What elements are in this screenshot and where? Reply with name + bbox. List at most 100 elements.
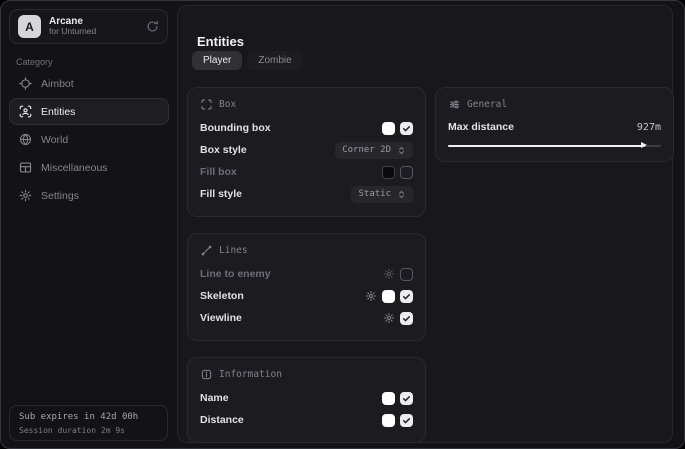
max-distance-slider[interactable] [448, 141, 661, 150]
scan-corners-icon [201, 99, 212, 110]
caret-up-down-icon [397, 190, 406, 199]
check-icon [402, 124, 411, 133]
general-section-header: General [449, 99, 661, 110]
box-section-header: Box [201, 99, 413, 110]
general-card: General Max distance 927m [435, 87, 674, 162]
line-to-enemy-checkbox[interactable] [400, 268, 413, 281]
box-style-row: Box style Corner 2D [200, 139, 413, 161]
information-card: Information Name Distance [187, 357, 426, 443]
bounding-box-label: Bounding box [200, 122, 271, 134]
box-style-label: Box style [200, 144, 247, 156]
sync-icon[interactable] [146, 20, 159, 33]
sidebar-item-label: World [41, 134, 68, 146]
app-header-card: A Arcane for Unturned [9, 9, 168, 44]
line-to-enemy-label: Line to enemy [200, 268, 271, 280]
skeleton-row: Skeleton [200, 285, 413, 307]
sidebar-item-label: Miscellaneous [41, 162, 108, 174]
bounding-box-color-swatch[interactable] [382, 122, 395, 135]
distance-checkbox[interactable] [400, 414, 413, 427]
sidebar-item-aimbot[interactable]: Aimbot [9, 70, 169, 97]
slider-thumb-arrow-icon[interactable] [641, 142, 647, 148]
max-distance-value: 927m [637, 122, 661, 133]
max-distance-label: Max distance [448, 121, 514, 133]
name-color-swatch[interactable] [382, 392, 395, 405]
subscription-card: Sub expires in 42d 00h Session duration … [9, 405, 168, 441]
diagonal-line-icon [201, 245, 212, 256]
box-section-title: Box [219, 99, 236, 110]
skeleton-label: Skeleton [200, 290, 244, 302]
viewline-checkbox[interactable] [400, 312, 413, 325]
check-icon [402, 314, 411, 323]
check-icon [402, 394, 411, 403]
sidebar-item-miscellaneous[interactable]: Miscellaneous [9, 154, 169, 181]
distance-row: Distance [200, 409, 413, 431]
name-label: Name [200, 392, 229, 404]
check-icon [402, 292, 411, 301]
fill-box-checkbox[interactable] [400, 166, 413, 179]
lines-card: Lines Line to enemy Skeleton [187, 233, 426, 341]
app-titles: Arcane for Unturned [49, 16, 96, 37]
viewline-settings-gear-icon[interactable] [383, 312, 395, 324]
globe-icon [19, 133, 32, 146]
viewline-row: Viewline [200, 307, 413, 329]
layout-grid-icon [19, 161, 32, 174]
skeleton-checkbox[interactable] [400, 290, 413, 303]
app-window: A Arcane for Unturned Category Aimbot [0, 0, 685, 449]
sidebar-item-entities[interactable]: Entities [9, 98, 169, 125]
gear-icon [19, 189, 32, 202]
skeleton-settings-gear-icon[interactable] [365, 290, 377, 302]
sub-expires-text: Sub expires in 42d 00h [19, 411, 158, 425]
fill-style-row: Fill style Static [200, 183, 413, 205]
entities-scan-icon [19, 105, 32, 118]
sidebar-item-world[interactable]: World [9, 126, 169, 153]
sidebar-item-settings[interactable]: Settings [9, 182, 169, 209]
lines-section-title: Lines [219, 245, 248, 256]
fill-box-label: Fill box [200, 166, 237, 178]
check-icon [402, 416, 411, 425]
general-section-title: General [467, 99, 507, 110]
distance-label: Distance [200, 414, 244, 426]
sidebar-item-label: Aimbot [41, 78, 74, 90]
caret-up-down-icon [397, 146, 406, 155]
name-checkbox[interactable] [400, 392, 413, 405]
line-to-enemy-settings-gear-icon[interactable] [383, 268, 395, 280]
main-panel: Entities Player Zombie Box Bounding box [177, 5, 673, 443]
sidebar-item-label: Settings [41, 190, 79, 202]
info-icon [201, 369, 212, 380]
name-row: Name [200, 387, 413, 409]
box-style-value: Corner 2D [342, 145, 391, 155]
page-title: Entities [197, 34, 244, 49]
settings-column-right: General Max distance 927m [435, 87, 674, 162]
app-logo: A [18, 15, 41, 38]
session-duration-text: Session duration 2m 9s [19, 425, 158, 437]
tab-player[interactable]: Player [192, 51, 242, 70]
distance-color-swatch[interactable] [382, 414, 395, 427]
fill-style-label: Fill style [200, 188, 242, 200]
fill-box-color-swatch[interactable] [382, 166, 395, 179]
line-to-enemy-row: Line to enemy [200, 263, 413, 285]
bounding-box-checkbox[interactable] [400, 122, 413, 135]
crosshair-icon [19, 77, 32, 90]
skeleton-color-swatch[interactable] [382, 290, 395, 303]
bounding-box-row: Bounding box [200, 117, 413, 139]
max-distance-row: Max distance 927m [448, 117, 661, 137]
app-subtitle: for Unturned [49, 27, 96, 37]
slider-fill [448, 145, 645, 147]
fill-style-dropdown[interactable]: Static [351, 186, 413, 203]
tab-bar: Player Zombie [192, 51, 303, 70]
fill-style-value: Static [358, 189, 391, 199]
fill-box-row: Fill box [200, 161, 413, 183]
category-label: Category [16, 57, 53, 67]
sidebar-nav: Aimbot Entities World [9, 70, 169, 209]
viewline-label: Viewline [200, 312, 242, 324]
sidebar-item-label: Entities [41, 106, 75, 118]
sidebar: A Arcane for Unturned Category Aimbot [1, 1, 177, 448]
information-section-header: Information [201, 369, 413, 380]
box-card: Box Bounding box Box style [187, 87, 426, 217]
box-style-dropdown[interactable]: Corner 2D [335, 142, 413, 159]
settings-column-left: Box Bounding box Box style [187, 87, 426, 443]
tab-zombie[interactable]: Zombie [247, 51, 302, 70]
sliders-icon [449, 99, 460, 110]
lines-section-header: Lines [201, 245, 413, 256]
information-section-title: Information [219, 369, 282, 380]
